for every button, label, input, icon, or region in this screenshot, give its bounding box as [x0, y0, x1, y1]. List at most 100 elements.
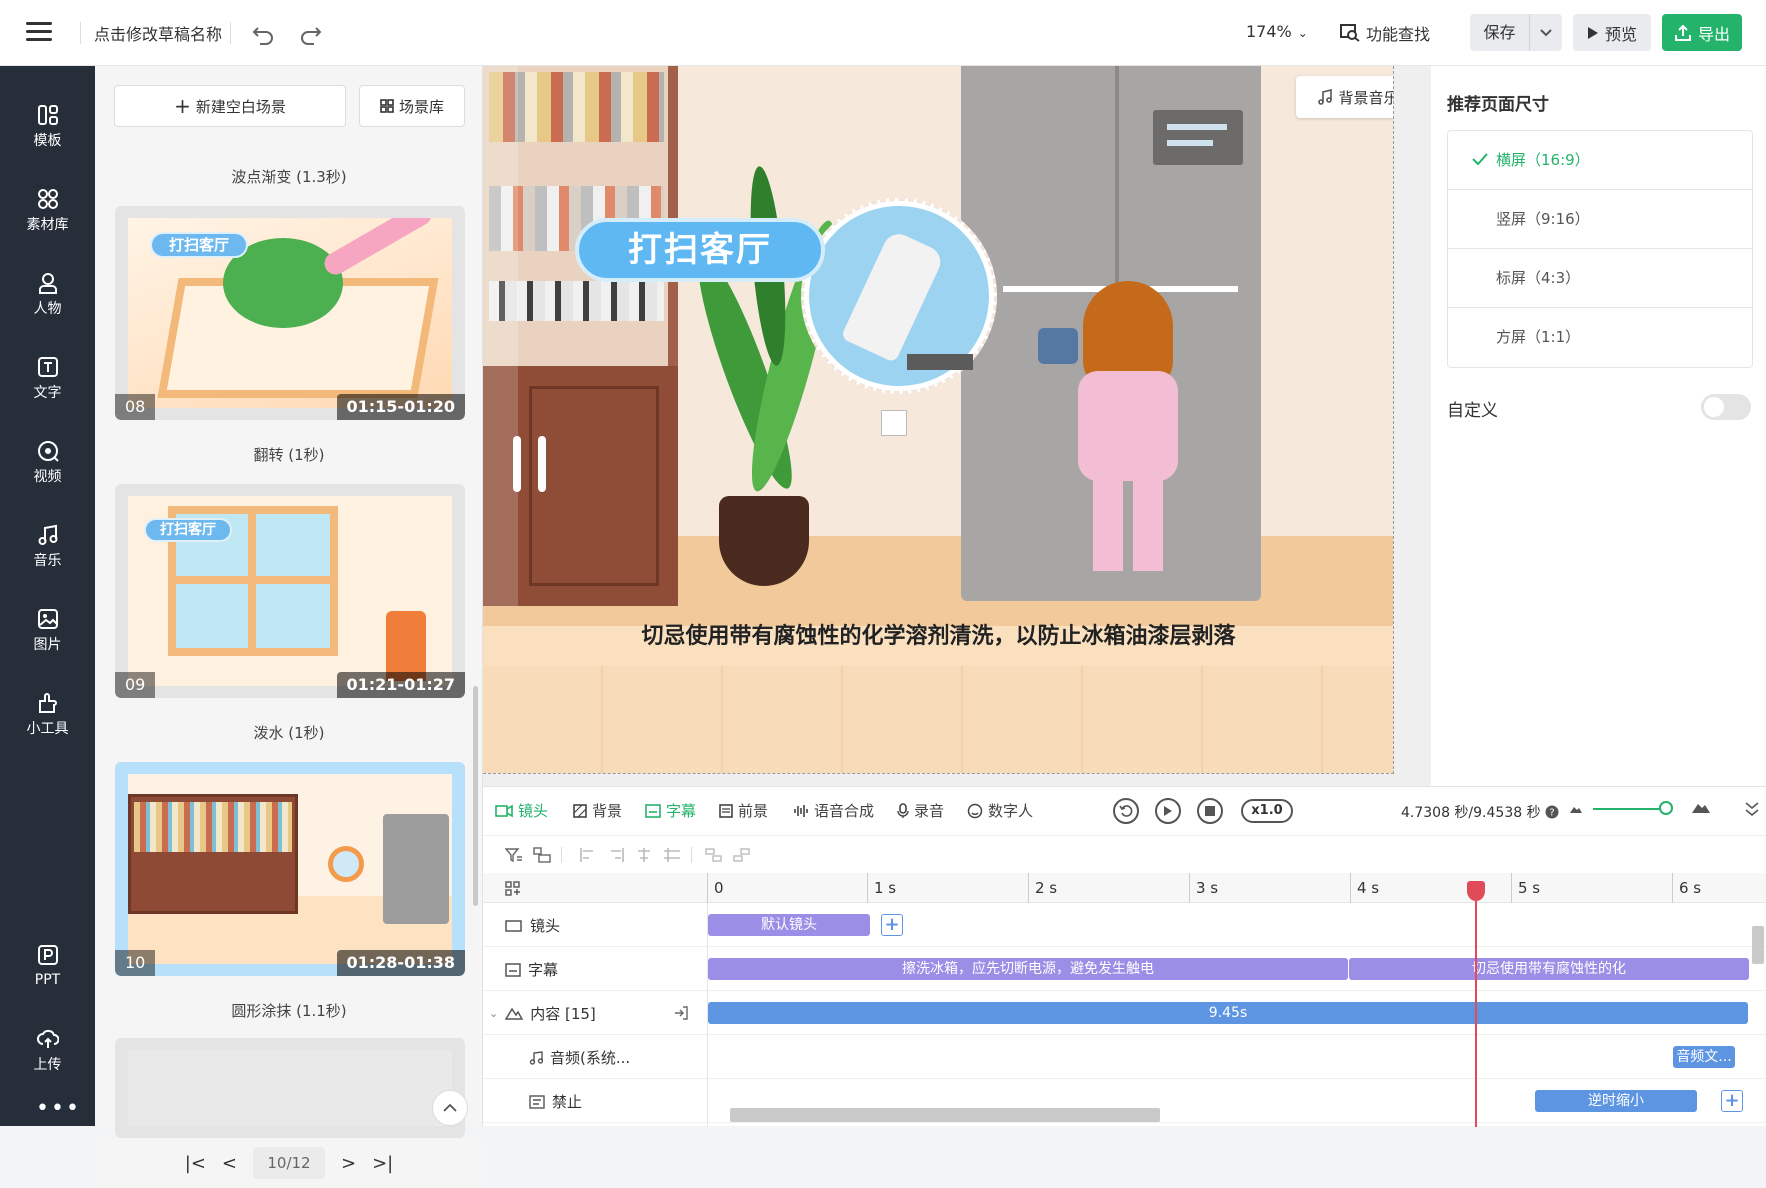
save-button[interactable]: 保存	[1470, 14, 1530, 51]
tab-foreground[interactable]: 前景	[719, 800, 768, 821]
image-icon	[37, 609, 58, 629]
tab-record[interactable]: 录音	[897, 800, 944, 821]
timeline: 镜头 背景 字幕 前景 语音合成 录音 数字人 x1.0 4.7308 秒/9.…	[483, 786, 1766, 1127]
zoom-select[interactable]: 174% ⌄	[1246, 22, 1308, 41]
tab-subtitle[interactable]: 字幕	[645, 800, 696, 821]
time-ruler[interactable]: 0 1 s 2 s 3 s 4 s 5 s 6 s	[483, 873, 1766, 903]
nav-upload[interactable]: 上传	[0, 1028, 95, 1098]
size-option-1-1[interactable]: 方屏（1:1）	[1448, 308, 1752, 367]
timeline-horizontal-scrollbar[interactable]	[730, 1108, 1160, 1122]
size-option-16-9[interactable]: 横屏（16:9）	[1448, 131, 1752, 190]
preview-button[interactable]: 预览	[1573, 14, 1651, 51]
size-option-4-3[interactable]: 标屏（4:3）	[1448, 249, 1752, 308]
filter-icon[interactable]	[505, 847, 523, 863]
nav-person[interactable]: 人物	[0, 272, 95, 342]
transition-label[interactable]: 翻转 (1秒)	[95, 444, 483, 465]
tab-digital-human[interactable]: 数字人	[967, 800, 1033, 821]
new-blank-scene-button[interactable]: + 新建空白场景	[114, 85, 346, 127]
audio-clip[interactable]: 音频文...	[1673, 1046, 1735, 1068]
canvas-area: 打扫客厅 切忌使用带有腐蚀性的化学溶剂清洗，以防止冰箱油漆层剥落 背景音乐	[483, 66, 1431, 786]
draft-name[interactable]: 点击修改草稿名称	[94, 21, 222, 45]
video-icon	[37, 441, 59, 462]
scene-library-button[interactable]: 场景库	[359, 85, 465, 127]
page-indicator[interactable]: 10/12	[253, 1147, 325, 1179]
subtitle-clip[interactable]: 切忌使用带有腐蚀性的化	[1349, 958, 1749, 980]
tab-tts[interactable]: 语音合成	[793, 800, 874, 821]
scene-thumbnail[interactable]: 打扫客厅 09 01:21-01:27	[115, 484, 465, 698]
add-animation-button[interactable]: +	[1721, 1090, 1743, 1112]
nav-video[interactable]: 视频	[0, 440, 95, 510]
rewind-icon[interactable]	[1113, 798, 1139, 824]
align-center-icon[interactable]	[635, 847, 653, 863]
ruler-label: 4 s	[1357, 879, 1380, 897]
first-page-icon[interactable]: |<	[185, 1153, 206, 1174]
add-camera-button[interactable]: +	[881, 914, 903, 936]
undo-icon[interactable]	[250, 20, 276, 46]
camera-clip[interactable]: 默认镜头	[708, 914, 870, 936]
scene-number: 09	[115, 672, 156, 698]
ruler-label: 6 s	[1679, 879, 1702, 897]
transition-label[interactable]: 波点渐变 (1.3秒)	[95, 166, 483, 187]
collapse-icon[interactable]	[1745, 801, 1759, 817]
next-page-icon[interactable]: >	[341, 1153, 356, 1174]
prev-page-icon[interactable]: <	[222, 1153, 237, 1174]
tab-camera[interactable]: 镜头	[495, 800, 548, 821]
subtitle-clip[interactable]: 擦洗冰箱，应先切断电源，避免发生触电	[708, 958, 1348, 980]
nav-template[interactable]: 模板	[0, 104, 95, 174]
timeline-zoom-track[interactable]	[1593, 808, 1663, 810]
content-clip[interactable]: 9.45s	[708, 1002, 1748, 1024]
top-bar: 点击修改草稿名称 174% ⌄ 功能查找 保存 预览 导出	[0, 0, 1766, 66]
transition-label[interactable]: 泼水 (1秒)	[95, 722, 483, 743]
export-button[interactable]: 导出	[1662, 14, 1742, 51]
play-button[interactable]	[1155, 798, 1181, 824]
check-icon	[1472, 153, 1488, 165]
last-page-icon[interactable]: >|	[372, 1153, 393, 1174]
save-dropdown-icon[interactable]	[1530, 14, 1562, 51]
help-icon: ?	[1545, 805, 1559, 819]
transition-label[interactable]: 圆形涂抹 (1.1秒)	[95, 1000, 483, 1021]
redo-icon[interactable]	[298, 20, 324, 46]
align-right-icon[interactable]	[607, 847, 625, 863]
size-option-9-16[interactable]: 竖屏（9:16）	[1448, 190, 1752, 249]
animation-clip[interactable]: 逆时缩小	[1535, 1090, 1697, 1112]
expand-content-icon[interactable]	[673, 1005, 689, 1021]
grouping-icon[interactable]	[533, 847, 551, 863]
nav-music[interactable]: 音乐	[0, 524, 95, 594]
track-label: 镜头	[505, 915, 560, 936]
nav-text[interactable]: 文字	[0, 356, 95, 426]
arrange-icon[interactable]	[705, 847, 723, 863]
nav-ppt[interactable]: PPT	[0, 944, 95, 1014]
zoom-out-icon[interactable]	[1569, 804, 1583, 814]
stop-button[interactable]	[1197, 798, 1223, 824]
scene-thumbnail-active[interactable]: 10 01:28-01:38	[115, 762, 465, 976]
canvas-subtitle[interactable]: 切忌使用带有腐蚀性的化学溶剂清洗，以防止冰箱油漆层剥落	[483, 618, 1393, 650]
custom-size-toggle[interactable]	[1701, 394, 1751, 420]
distribute-icon[interactable]	[663, 847, 681, 863]
scene-time: 01:28-01:38	[336, 950, 465, 976]
playhead[interactable]	[1475, 881, 1477, 1127]
timeline-zoom-knob[interactable]	[1659, 801, 1673, 815]
speed-button[interactable]: x1.0	[1241, 799, 1293, 823]
more-icon[interactable]: •••	[36, 1098, 81, 1120]
scene-thumbnail[interactable]: 打扫客厅 08 01:15-01:20	[115, 206, 465, 420]
nav-image[interactable]: 图片	[0, 608, 95, 678]
scene-title-banner[interactable]: 打扫客厅	[575, 218, 825, 282]
nav-material[interactable]: 素材库	[0, 188, 95, 258]
scene-canvas[interactable]: 打扫客厅 切忌使用带有腐蚀性的化学溶剂清洗，以防止冰箱油漆层剥落 背景音乐	[483, 66, 1394, 774]
track-camera: 镜头 默认镜头 +	[483, 903, 1766, 947]
grid-icon	[380, 99, 394, 113]
menu-icon[interactable]	[26, 22, 52, 44]
zoom-in-icon[interactable]	[1691, 800, 1711, 814]
stack-icon[interactable]	[733, 847, 751, 863]
align-left-icon[interactable]	[579, 847, 597, 863]
scroll-up-button[interactable]	[432, 1090, 468, 1126]
tab-background[interactable]: 背景	[573, 800, 622, 821]
background-music-button[interactable]: 背景音乐	[1296, 76, 1393, 118]
feature-search-button[interactable]: 功能查找	[1340, 21, 1430, 45]
save-group: 保存	[1470, 14, 1562, 51]
scene-thumbnail[interactable]	[115, 1038, 465, 1138]
timeline-vertical-scrollbar[interactable]	[1752, 926, 1764, 964]
ruler-label: 3 s	[1196, 879, 1219, 897]
scene-panel-scrollbar[interactable]	[473, 686, 478, 906]
nav-tool[interactable]: 小工具	[0, 692, 95, 762]
